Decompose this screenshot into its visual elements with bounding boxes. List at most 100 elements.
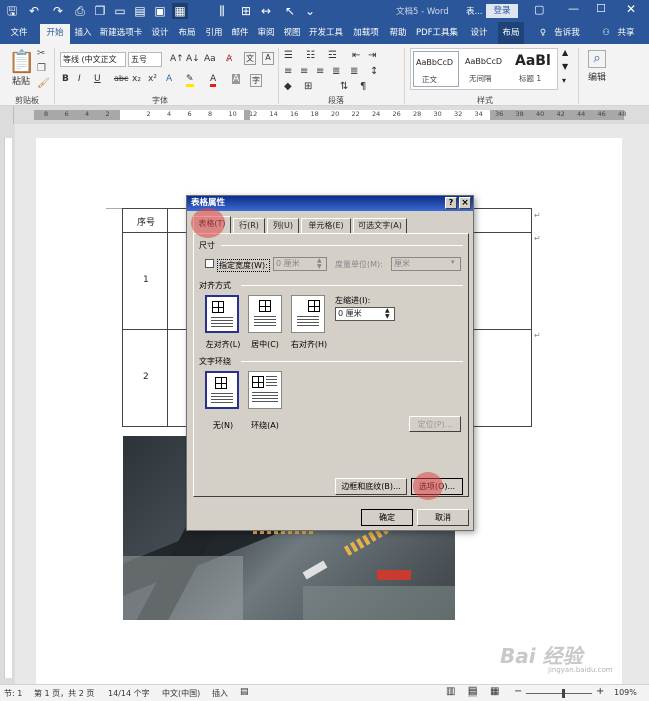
save-icon[interactable]: 🖫 bbox=[4, 3, 20, 19]
close-icon[interactable]: ✕ bbox=[626, 2, 636, 16]
highlight-icon[interactable]: ✎ bbox=[186, 74, 194, 87]
table-cell[interactable]: 序号 bbox=[122, 208, 168, 233]
macro-icon[interactable]: ▤ bbox=[240, 687, 249, 697]
styles-up-icon[interactable]: ▲ bbox=[562, 48, 568, 57]
line-spacing-icon[interactable]: ↕ bbox=[370, 66, 378, 77]
word-count[interactable]: 14/14 个字 bbox=[108, 688, 150, 699]
insert-mode[interactable]: 插入 bbox=[212, 688, 228, 699]
italic-button[interactable]: I bbox=[78, 74, 81, 84]
table-icon[interactable]: ⊞ bbox=[238, 3, 254, 19]
open-icon[interactable]: ▭ bbox=[112, 3, 128, 19]
section-status[interactable]: 节: 1 bbox=[4, 688, 22, 699]
page-status[interactable]: 第 1 页，共 2 页 bbox=[34, 688, 94, 699]
customize-qat-icon[interactable]: ⌄ bbox=[302, 3, 318, 19]
borders-shading-button[interactable]: 边框和底纹(B)... bbox=[335, 478, 407, 495]
tab-table-design[interactable]: 设计 bbox=[466, 22, 492, 44]
tab-cell[interactable]: 单元格(E) bbox=[301, 218, 351, 233]
tab-developer[interactable]: 开发工具 bbox=[306, 22, 346, 44]
columns-icon[interactable]: ⫼ bbox=[214, 3, 230, 19]
increase-indent-icon[interactable]: ⇥ bbox=[368, 50, 376, 61]
zoom-level[interactable]: 109% bbox=[614, 688, 637, 697]
ok-button[interactable]: 确定 bbox=[361, 509, 413, 526]
decrease-indent-icon[interactable]: ⇤ bbox=[352, 50, 360, 61]
align-left-icon[interactable]: ≡ bbox=[284, 66, 292, 77]
multilevel-icon[interactable]: ☲ bbox=[328, 50, 337, 61]
tab-addins[interactable]: 加载项 bbox=[350, 22, 382, 44]
style-heading1[interactable]: AaBl 标题 1 bbox=[513, 51, 557, 87]
bold-button[interactable]: B bbox=[62, 74, 69, 84]
cut-icon[interactable]: ✂ bbox=[37, 48, 45, 59]
tab-help[interactable]: 帮助 bbox=[386, 22, 410, 44]
borders-icon[interactable]: ⊞ bbox=[304, 81, 312, 92]
close-button[interactable]: × bbox=[459, 197, 471, 209]
tab-pdf[interactable]: PDF工具集 bbox=[412, 22, 462, 44]
tab-file[interactable]: 文件 bbox=[4, 22, 34, 44]
tab-design[interactable]: 设计 bbox=[148, 22, 172, 44]
tab-insert[interactable]: 插入 bbox=[70, 22, 96, 44]
grow-font-button[interactable]: A↑ bbox=[170, 54, 184, 64]
select-icon[interactable]: ↖ bbox=[282, 3, 298, 19]
sort-icon[interactable]: ⇅ bbox=[340, 81, 348, 92]
copy-icon[interactable]: ❐ bbox=[92, 3, 108, 19]
chevron-down-icon[interactable]: ▾ bbox=[451, 258, 455, 266]
maximize-icon[interactable]: ☐ bbox=[596, 2, 606, 15]
tab-view[interactable]: 视图 bbox=[280, 22, 304, 44]
tab-layout[interactable]: 布局 bbox=[174, 22, 200, 44]
image-icon[interactable]: ▣ bbox=[152, 3, 168, 19]
positioning-button[interactable]: 定位(P)... bbox=[409, 416, 461, 432]
tab-new[interactable]: 新建选项卡 bbox=[96, 22, 146, 44]
minimize-icon[interactable]: — bbox=[568, 2, 579, 15]
tab-row[interactable]: 行(R) bbox=[233, 218, 265, 233]
vertical-ruler[interactable] bbox=[0, 124, 15, 684]
tab-selector[interactable] bbox=[0, 106, 14, 124]
read-mode-icon[interactable]: ▥ bbox=[446, 686, 455, 697]
clear-format-icon[interactable]: A̷ bbox=[226, 54, 232, 64]
redo-icon[interactable]: ↷ bbox=[50, 3, 66, 19]
font-color-icon[interactable]: A bbox=[210, 74, 217, 87]
tab-home[interactable]: 开始 bbox=[40, 24, 70, 44]
share-button[interactable]: 共享 bbox=[614, 22, 638, 44]
underline-button[interactable]: U bbox=[94, 74, 101, 84]
login-button[interactable]: 登录 bbox=[486, 4, 518, 18]
style-no-spacing[interactable]: AaBbCcD 无间隔 bbox=[463, 51, 509, 87]
table-cell[interactable]: 2 bbox=[122, 329, 168, 427]
change-case-button[interactable]: Aa bbox=[204, 54, 216, 64]
tab-mailings[interactable]: 邮件 bbox=[228, 22, 252, 44]
paste-icon[interactable]: 📋 bbox=[8, 50, 35, 75]
strikethrough-button[interactable]: abc bbox=[114, 74, 128, 83]
undo-icon[interactable]: ↶ bbox=[26, 3, 42, 19]
align-right-option[interactable] bbox=[291, 295, 325, 333]
document-icon[interactable]: ▦ bbox=[172, 3, 188, 19]
tab-alt-text[interactable]: 可选文字(A) bbox=[353, 218, 407, 233]
center-icon[interactable]: ≡ bbox=[300, 66, 308, 77]
cancel-button[interactable]: 取消 bbox=[417, 509, 469, 526]
save-as-icon[interactable]: ▤ bbox=[132, 3, 148, 19]
horizontal-ruler[interactable]: 8 6 4 2 2 4 6 8 10 12 14 16 18 20 22 24 26 28 30 32 34 36 38 40… bbox=[0, 106, 649, 124]
enclose-char-icon[interactable]: 字 bbox=[250, 74, 262, 87]
align-center-option[interactable] bbox=[248, 295, 282, 333]
preferred-width-checkbox[interactable] bbox=[205, 259, 214, 268]
print-preview-icon[interactable]: ⎙ bbox=[72, 3, 88, 19]
language-status[interactable]: 中文(中国) bbox=[162, 688, 200, 699]
zoom-in-icon[interactable]: + bbox=[596, 686, 604, 697]
help-button[interactable]: ? bbox=[445, 197, 457, 209]
font-name-box[interactable]: 等线 (中文正文 bbox=[60, 52, 126, 67]
tab-references[interactable]: 引用 bbox=[202, 22, 226, 44]
bullets-icon[interactable]: ☰ bbox=[284, 50, 293, 61]
subscript-button[interactable]: x₂ bbox=[132, 74, 141, 84]
show-marks-icon[interactable]: ¶ bbox=[360, 81, 366, 92]
wrap-around-option[interactable] bbox=[248, 371, 282, 409]
find-icon[interactable]: ⌕ bbox=[588, 50, 606, 68]
styles-down-icon[interactable]: ▼ bbox=[562, 62, 568, 71]
width-icon[interactable]: ↔ bbox=[258, 3, 274, 19]
shading-icon[interactable]: ◆ bbox=[284, 81, 292, 92]
tab-column[interactable]: 列(U) bbox=[267, 218, 299, 233]
shrink-font-button[interactable]: A↓ bbox=[186, 54, 200, 64]
distribute-icon[interactable]: ≣ bbox=[350, 66, 358, 77]
superscript-button[interactable]: x² bbox=[148, 74, 157, 84]
char-border-icon[interactable]: A bbox=[262, 52, 274, 65]
tab-table-layout[interactable]: 布局 bbox=[498, 22, 524, 44]
zoom-slider-thumb[interactable] bbox=[562, 689, 565, 698]
font-size-box[interactable]: 五号 bbox=[128, 52, 162, 67]
paste-label[interactable]: 粘贴 bbox=[12, 74, 30, 87]
